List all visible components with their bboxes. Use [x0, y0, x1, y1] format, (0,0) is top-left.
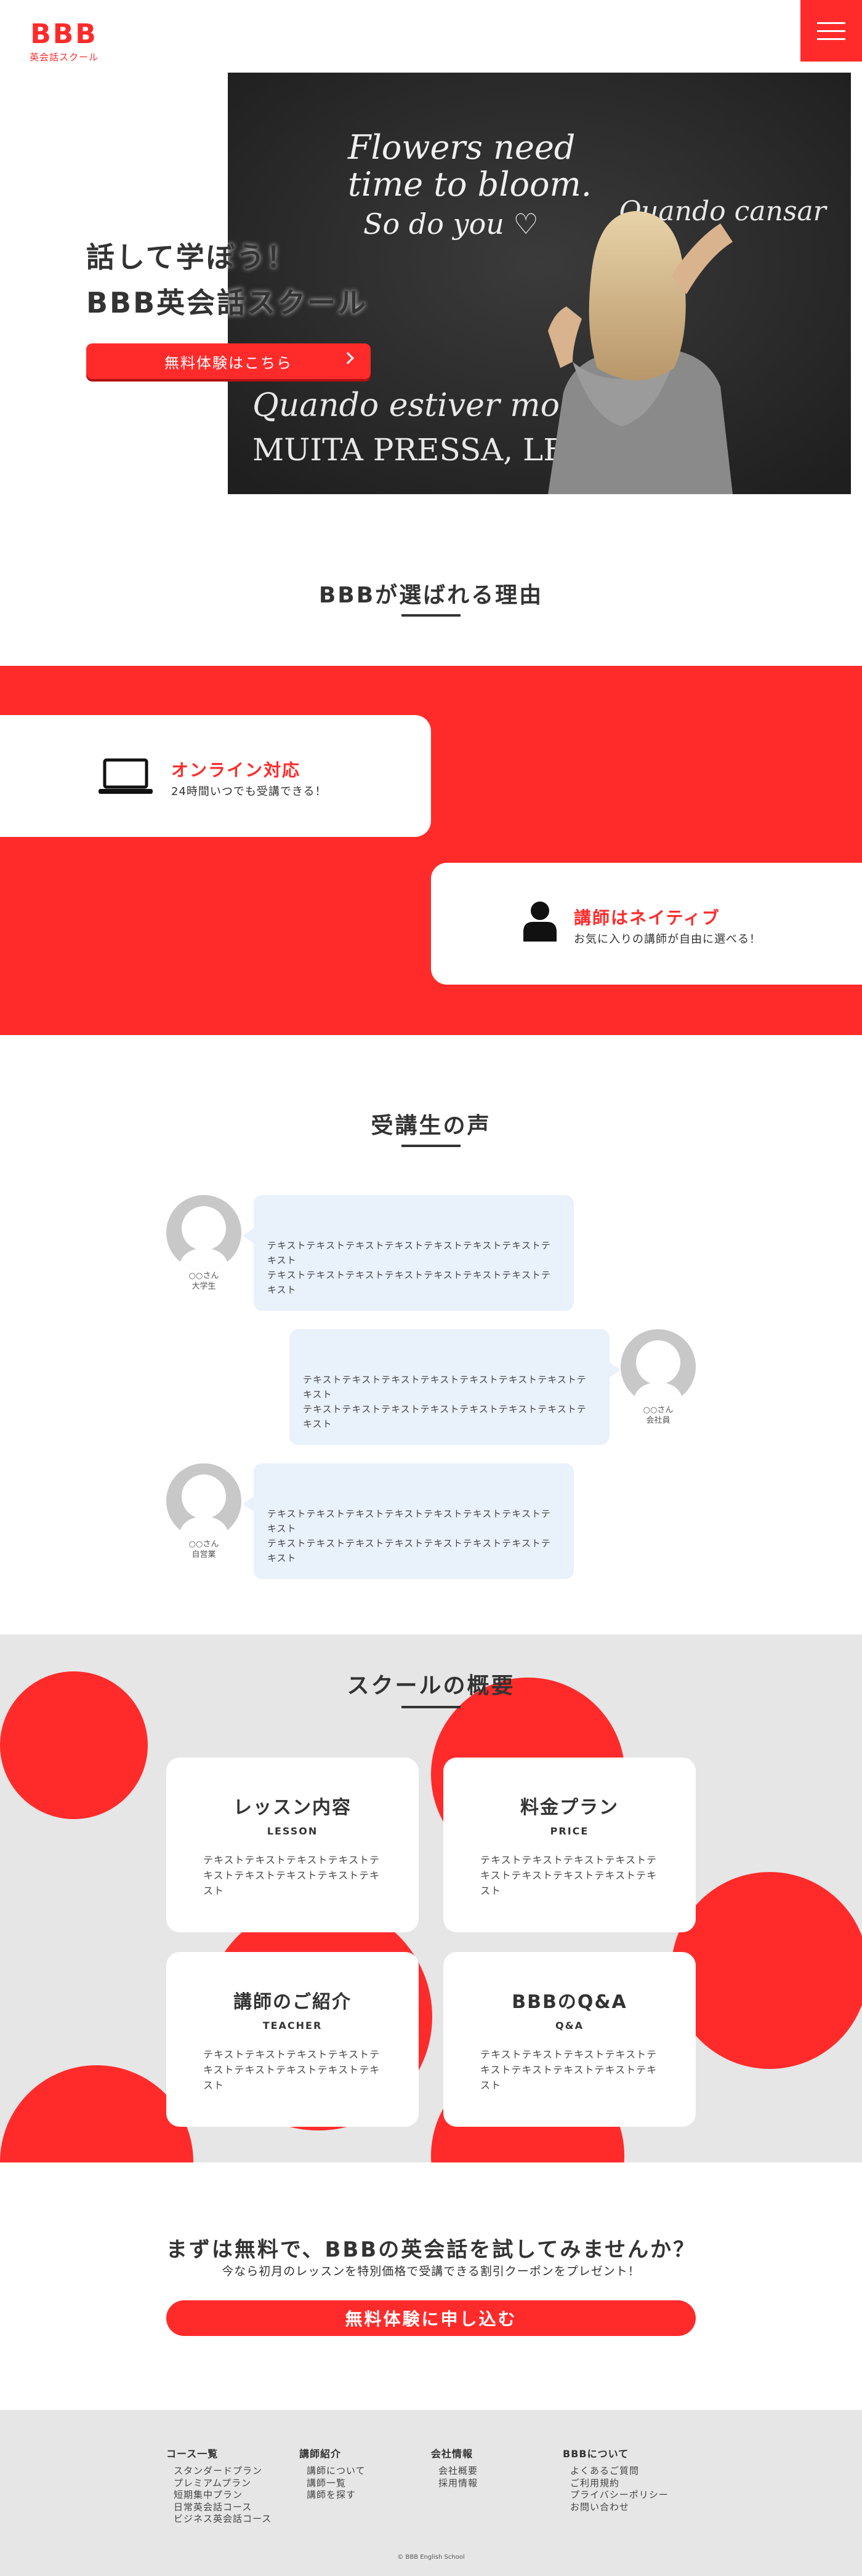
overview-card-teacher[interactable]: 講師のご紹介 TEACHER テキストテキストテキストテキストテキストテキストテ… — [166, 1952, 419, 2127]
footer-link[interactable]: スタンダードプラン — [166, 2465, 272, 2478]
reason-card-native: 講師はネイティブ お気に入りの講師が自由に選べる！ — [431, 863, 862, 985]
footer-column-about: BBBについて よくあるご質問 ご利用規約 プライバシーポリシー お問い合わせ — [563, 2446, 669, 2513]
menu-line-icon — [817, 30, 845, 32]
footer-link[interactable]: プレミアムプラン — [166, 2478, 272, 2490]
footer-link[interactable]: 講師一覧 — [299, 2478, 366, 2490]
card-en: Q&A — [555, 2020, 584, 2031]
voice-bubble: テキストテキストテキストテキストテキストテキストテキストテキスト テキストテキス… — [289, 1329, 621, 1445]
cta-title: まずは無料で、BBBの英会話を試してみませんか？ — [166, 2238, 696, 2262]
voice-name: ○○さん — [188, 1540, 219, 1549]
reason-card-online: オンライン対応 24時間いつでも受講できる！ — [0, 715, 431, 837]
footer-link[interactable]: ご利用規約 — [563, 2478, 669, 2490]
chalk-text: Quando estiver mo — [252, 387, 560, 424]
cta-subtitle: 今なら初月のレッスンを特別価格で受講できる割引クーポンをプレゼント！ — [222, 2265, 640, 2278]
hero-title: 話して学ぼう！ BBB英会話スクール — [86, 235, 368, 326]
avatar — [166, 1463, 241, 1538]
card-desc: テキストテキストテキストテキストテキストテキストテキストテキストテキスト — [480, 1854, 658, 1897]
footer-link[interactable]: 短期集中プラン — [166, 2489, 272, 2502]
card-title: レッスン内容 — [233, 1797, 352, 1818]
reasons-title: BBBが選ばれる理由 — [318, 583, 544, 608]
chalk-text: So do you ♡ — [363, 207, 539, 241]
card-en: LESSON — [267, 1825, 318, 1837]
footer-link[interactable]: 日常英会話コース — [166, 2502, 272, 2514]
bubble-tail — [610, 1362, 621, 1377]
reason-title: 講師はネイティブ — [574, 908, 720, 928]
overview-card-lesson[interactable]: レッスン内容 LESSON テキストテキストテキストテキストテキストテキストテキ… — [166, 1758, 419, 1932]
footer-link[interactable]: ビジネス英会話コース — [166, 2513, 272, 2526]
overview-band — [0, 1634, 862, 2162]
chalk-text: time to bloom. — [348, 165, 592, 204]
voice-role: 会社員 — [646, 1415, 671, 1425]
card-en: PRICE — [550, 1825, 589, 1837]
decor-circle — [0, 2065, 193, 2162]
menu-line-icon — [817, 38, 845, 40]
footer-link[interactable]: プライバシーポリシー — [563, 2489, 669, 2502]
card-desc: テキストテキストテキストテキストテキストテキストテキストテキストテキスト — [203, 2049, 381, 2091]
title-underline — [401, 614, 461, 617]
footer-column-company: 会社情報 会社概要 採用情報 — [431, 2446, 478, 2489]
hero-title-line2: BBB英会話スクール — [86, 286, 368, 319]
decor-circle — [671, 1872, 862, 2069]
footer-heading: 会社情報 — [431, 2448, 473, 2460]
card-title: 料金プラン — [520, 1797, 619, 1818]
card-desc: テキストテキストテキストテキストテキストテキストテキストテキストテキスト — [203, 1854, 381, 1897]
voices-title: 受講生の声 — [371, 1113, 491, 1138]
reason-sub: 24時間いつでも受講できる！ — [171, 785, 327, 798]
footer-link[interactable]: 講師を探す — [299, 2489, 366, 2502]
overview-card-qa[interactable]: BBBのQ&A Q&A テキストテキストテキストテキストテキストテキストテキスト… — [443, 1952, 696, 2127]
footer-link[interactable]: 会社概要 — [431, 2465, 478, 2478]
card-en: TEACHER — [262, 2020, 323, 2031]
overview-title: スクールの概要 — [347, 1673, 515, 1698]
avatar — [166, 1195, 241, 1270]
reason-title: オンライン対応 — [171, 760, 301, 780]
footer-column-courses: コース一覧 スタンダードプラン プレミアムプラン 短期集中プラン 日常英会話コー… — [166, 2446, 272, 2526]
footer-link[interactable]: よくあるご質問 — [563, 2465, 669, 2478]
menu-line-icon — [817, 22, 845, 24]
voice-name: ○○さん — [643, 1406, 674, 1415]
reason-sub: お気に入りの講師が自由に選べる！ — [574, 933, 761, 946]
footer-link[interactable]: 採用情報 — [431, 2478, 478, 2490]
free-trial-button[interactable]: 無料体験はこちら — [86, 343, 371, 379]
chevron-right-icon — [342, 352, 354, 364]
footer-link[interactable]: 講師について — [299, 2465, 366, 2478]
apply-free-trial-button[interactable]: 無料体験に申し込む — [166, 2300, 696, 2336]
card-desc: テキストテキストテキストテキストテキストテキストテキストテキストテキスト — [480, 2049, 658, 2091]
voice-meta: ○○さん 会社員 — [621, 1406, 696, 1426]
bubble-tail — [243, 1228, 254, 1243]
bubble-tail — [243, 1497, 254, 1511]
title-underline — [401, 1706, 461, 1708]
voice-bubble: テキストテキストテキストテキストテキストテキストテキストテキスト テキストテキス… — [243, 1463, 574, 1579]
free-trial-button-label: 無料体験はこちら — [164, 354, 292, 372]
person-icon — [523, 901, 557, 944]
overview-card-price[interactable]: 料金プラン PRICE テキストテキストテキストテキストテキストテキストテキスト… — [443, 1758, 696, 1932]
footer-heading: BBBについて — [563, 2448, 629, 2460]
hero-title-line1: 話して学ぼう！ — [86, 241, 297, 274]
logo-sub: 英会話スクール — [30, 52, 99, 63]
voice-role: 大学生 — [191, 1281, 216, 1291]
voice-name: ○○さん — [188, 1271, 219, 1281]
voice-text: テキストテキストテキストテキストテキストテキストテキストテキスト テキストテキス… — [267, 1240, 551, 1295]
logo[interactable]: BBB 英会話スクール — [30, 21, 99, 63]
avatar — [621, 1329, 696, 1404]
footer — [0, 2410, 862, 2576]
voice-text: テキストテキストテキストテキストテキストテキストテキストテキスト テキストテキス… — [267, 1508, 551, 1564]
voice-meta: ○○さん 大学生 — [166, 1271, 241, 1292]
footer-column-teachers: 講師紹介 講師について 講師一覧 講師を探す — [299, 2446, 366, 2502]
hamburger-menu-button[interactable] — [800, 0, 862, 62]
voice-role: 自営業 — [191, 1550, 216, 1559]
card-title: 講師のご紹介 — [233, 1991, 352, 2013]
voice-meta: ○○さん 自営業 — [166, 1540, 241, 1561]
voice-text: テキストテキストテキストテキストテキストテキストテキストテキスト テキストテキス… — [303, 1374, 587, 1430]
card-title: BBBのQ&A — [512, 1991, 627, 2013]
footer-heading: コース一覧 — [166, 2448, 219, 2460]
footer-link[interactable]: お問い合わせ — [563, 2502, 669, 2514]
copyright: © BBB English School — [397, 2554, 465, 2561]
footer-heading: 講師紹介 — [299, 2448, 342, 2460]
chalk-text: Flowers need — [347, 128, 575, 167]
voice-bubble: テキストテキストテキストテキストテキストテキストテキストテキスト テキストテキス… — [243, 1195, 574, 1311]
logo-main: BBB — [30, 18, 98, 50]
laptop-icon — [99, 758, 153, 799]
title-underline — [401, 1145, 461, 1147]
